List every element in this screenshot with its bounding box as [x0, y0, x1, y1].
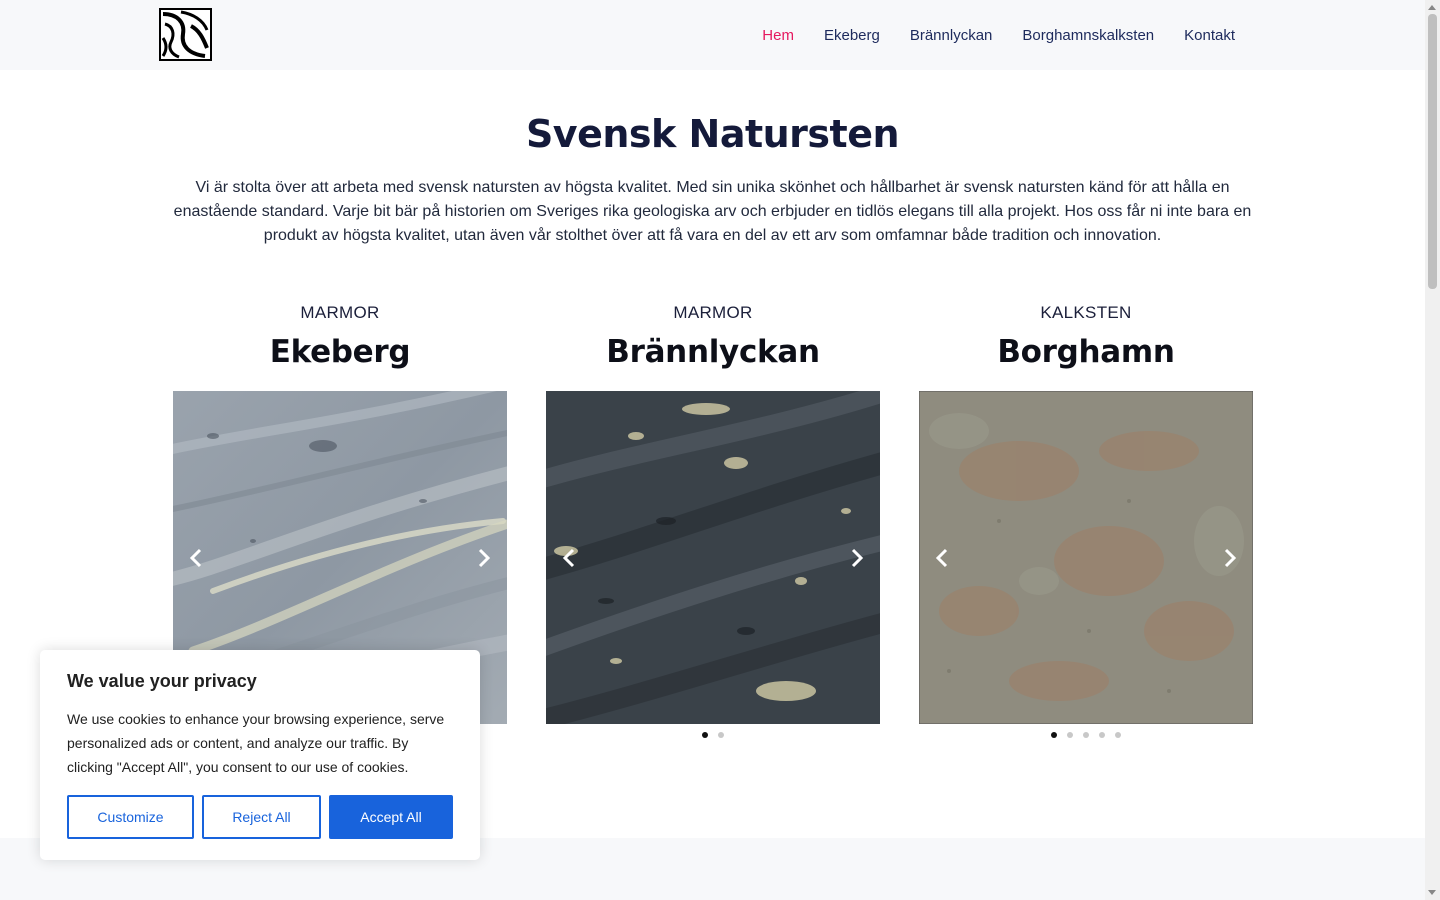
slider-dot[interactable] [1115, 732, 1121, 738]
stone-card-ekeberg: MARMOR Ekeberg [173, 300, 507, 724]
slider-dot[interactable] [718, 732, 724, 738]
slider-next-icon[interactable] [471, 546, 495, 570]
page-title: Svensk Natursten [525, 112, 900, 156]
slider-next-icon[interactable] [844, 546, 868, 570]
slider-prev-icon[interactable] [931, 546, 955, 570]
stone-image-slider[interactable] [919, 391, 1253, 724]
stone-type: MARMOR [300, 303, 380, 322]
stone-card-brannlyckan: MARMOR Brännlyckan [546, 300, 880, 738]
nav-item-kontakt[interactable]: Kontakt [1184, 27, 1235, 44]
slider-prev-icon[interactable] [185, 546, 209, 570]
stone-card-borghamn: KALKSTEN Borghamn [919, 300, 1253, 738]
stone-name: Ekeberg [269, 334, 411, 370]
site-header: Hem Ekeberg Brännlyckan Borghamnskalkste… [0, 0, 1425, 70]
slider-dot[interactable] [1067, 732, 1073, 738]
slider-dots [919, 732, 1253, 738]
slider-prev-icon[interactable] [558, 546, 582, 570]
intro-text: Vi är stolta över att arbeta med svensk … [173, 179, 1252, 244]
slider-dot[interactable] [702, 732, 708, 738]
scroll-down-icon[interactable] [1428, 890, 1436, 895]
slider-next-icon[interactable] [1217, 546, 1241, 570]
nav-item-borghamnskalksten[interactable]: Borghamnskalksten [1022, 27, 1154, 44]
nav-item-brannlyckan[interactable]: Brännlyckan [910, 27, 993, 44]
slider-dot[interactable] [1083, 732, 1089, 738]
cookie-title: We value your privacy [67, 671, 257, 691]
slider-dot[interactable] [1051, 732, 1057, 738]
cookie-reject-button[interactable]: Reject All [202, 795, 321, 839]
page-scrollbar[interactable] [1425, 0, 1440, 900]
slider-dots [546, 732, 880, 738]
cookie-accept-button[interactable]: Accept All [329, 795, 453, 839]
main-nav: Hem Ekeberg Brännlyckan Borghamnskalkste… [762, 0, 1235, 70]
brannlyckan-marble-image [546, 391, 880, 724]
logo-icon[interactable] [159, 8, 212, 61]
stone-type: MARMOR [673, 303, 753, 322]
stone-image-slider[interactable] [546, 391, 880, 724]
cookie-text: We use cookies to enhance your browsing … [67, 711, 445, 775]
stone-name: Brännlyckan [606, 334, 820, 370]
stone-type: KALKSTEN [1040, 303, 1132, 322]
borghamn-limestone-image [919, 391, 1253, 724]
nav-item-hem[interactable]: Hem [762, 27, 794, 44]
slider-dot[interactable] [1099, 732, 1105, 738]
cookie-consent-banner: We value your privacy We use cookies to … [40, 650, 480, 860]
stone-name: Borghamn [997, 334, 1175, 370]
scroll-up-icon[interactable] [1428, 5, 1436, 10]
scroll-thumb[interactable] [1428, 14, 1437, 289]
cookie-customize-button[interactable]: Customize [67, 795, 194, 839]
nav-item-ekeberg[interactable]: Ekeberg [824, 27, 880, 44]
